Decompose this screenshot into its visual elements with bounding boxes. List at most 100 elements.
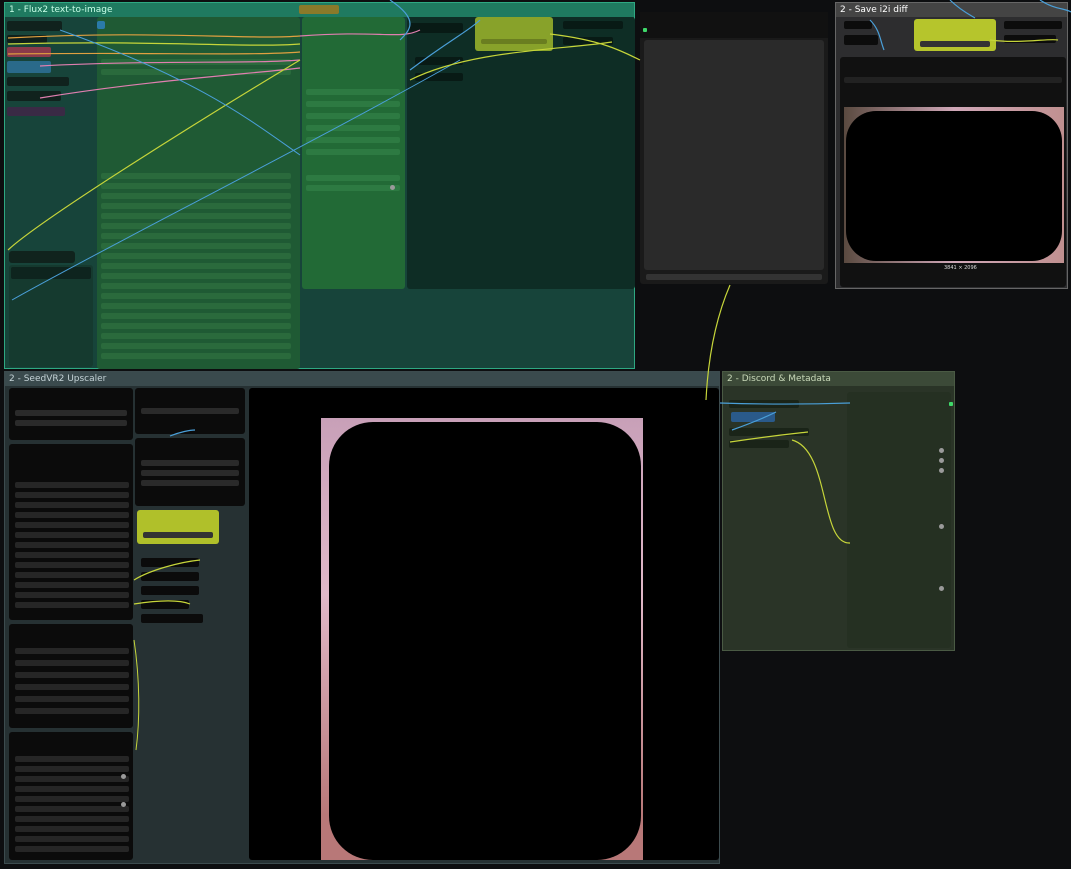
widget-row[interactable] xyxy=(15,572,129,578)
widget-field[interactable] xyxy=(729,428,809,436)
widget-row[interactable] xyxy=(15,776,129,782)
widget-row[interactable] xyxy=(15,582,129,588)
widget-row[interactable] xyxy=(15,562,129,568)
node-resize[interactable] xyxy=(135,438,245,506)
toggle-knob[interactable] xyxy=(390,185,395,190)
widget-row[interactable] xyxy=(101,203,291,209)
node-vae-settings[interactable] xyxy=(9,624,133,728)
widget-row[interactable] xyxy=(15,816,129,822)
widget-field[interactable] xyxy=(415,73,463,81)
widget-field[interactable] xyxy=(1004,21,1062,29)
node-dit-settings[interactable] xyxy=(9,732,133,860)
widget-row[interactable] xyxy=(15,786,129,792)
node-sampler[interactable] xyxy=(302,17,405,289)
widget-field[interactable] xyxy=(409,23,463,33)
group-save-i2i-diff[interactable]: 2 - Save i2i diff 3841 × 2096 xyxy=(835,2,1068,289)
widget-row[interactable] xyxy=(101,223,291,229)
widget-chip[interactable] xyxy=(299,5,339,14)
widget-field[interactable] xyxy=(141,614,203,623)
widget-row[interactable] xyxy=(101,333,291,339)
node-preview[interactable] xyxy=(407,17,635,289)
widget-row[interactable] xyxy=(101,213,291,219)
widget-row[interactable] xyxy=(141,460,239,466)
widget-row[interactable] xyxy=(15,684,129,690)
widget-row[interactable] xyxy=(15,708,129,714)
widget-field[interactable] xyxy=(141,572,199,581)
widget-field[interactable] xyxy=(141,558,199,567)
widget-row[interactable] xyxy=(141,470,239,476)
toggle-knob[interactable] xyxy=(939,448,944,453)
widget-row[interactable] xyxy=(15,660,129,666)
toggle-knob[interactable] xyxy=(939,586,944,591)
widget-field[interactable] xyxy=(7,77,69,86)
widget-row[interactable] xyxy=(306,149,400,155)
widget-row[interactable] xyxy=(15,796,129,802)
widget-row[interactable] xyxy=(15,522,129,528)
widget-row[interactable] xyxy=(101,293,291,299)
node-upscaler-settings[interactable] xyxy=(9,444,133,620)
widget-row[interactable] xyxy=(101,59,291,65)
widget-row[interactable] xyxy=(15,672,129,678)
group-title[interactable]: 2 - Discord & Metadata xyxy=(723,372,954,386)
widget-row[interactable] xyxy=(15,592,129,598)
group-seedvr2-upscaler[interactable]: 2 - SeedVR2 Upscaler xyxy=(4,371,720,864)
widget-row[interactable] xyxy=(101,303,291,309)
group-flux2-text-to-image[interactable]: 1 - Flux2 text-to-image xyxy=(4,2,635,369)
widget-field[interactable] xyxy=(844,21,872,29)
toggle-knob[interactable] xyxy=(121,774,126,779)
widget-row[interactable] xyxy=(101,313,291,319)
widget-row[interactable] xyxy=(141,480,239,486)
node-model-loader[interactable] xyxy=(9,388,133,440)
widget-row[interactable] xyxy=(101,183,291,189)
widget-row[interactable] xyxy=(15,756,129,762)
widget-row[interactable] xyxy=(15,410,127,416)
widget-row[interactable] xyxy=(101,233,291,239)
widget-row[interactable] xyxy=(101,323,291,329)
toggle-knob[interactable] xyxy=(121,802,126,807)
widget-row[interactable] xyxy=(306,137,400,143)
output-slot[interactable] xyxy=(643,28,647,32)
widget-field[interactable] xyxy=(844,77,1062,83)
widget-field[interactable] xyxy=(7,61,51,73)
widget-row[interactable] xyxy=(15,542,129,548)
widget-row[interactable] xyxy=(15,766,129,772)
node-prompt[interactable] xyxy=(97,17,300,369)
widget-row[interactable] xyxy=(15,806,129,812)
widget-row[interactable] xyxy=(306,113,400,119)
group-title[interactable]: 2 - Save i2i diff xyxy=(836,3,1067,17)
widget-row[interactable] xyxy=(15,696,129,702)
widget-row[interactable] xyxy=(15,602,129,608)
node-image-input[interactable] xyxy=(135,388,245,434)
widget-field[interactable] xyxy=(7,107,65,116)
widget-field[interactable] xyxy=(143,532,213,538)
toggle-knob[interactable] xyxy=(939,458,944,463)
widget-row[interactable] xyxy=(101,283,291,289)
widget-row[interactable] xyxy=(101,273,291,279)
toggle-knob[interactable] xyxy=(939,468,944,473)
widget-field[interactable] xyxy=(11,267,91,279)
widget-field[interactable] xyxy=(7,21,62,31)
widget-chip[interactable] xyxy=(97,21,105,29)
widget-field[interactable] xyxy=(844,35,878,45)
widget-row[interactable] xyxy=(306,175,400,181)
widget-row[interactable] xyxy=(306,101,400,107)
node-accent[interactable] xyxy=(914,19,996,51)
node-header[interactable] xyxy=(640,12,828,38)
widget-row[interactable] xyxy=(15,532,129,538)
widget-field[interactable] xyxy=(646,274,822,280)
widget-field[interactable] xyxy=(729,400,799,408)
widget-row[interactable] xyxy=(101,243,291,249)
widget-row[interactable] xyxy=(15,492,129,498)
widget-row[interactable] xyxy=(101,353,291,359)
widget-row[interactable] xyxy=(101,193,291,199)
widget-row[interactable] xyxy=(306,125,400,131)
widget-field[interactable] xyxy=(731,412,775,422)
node-image-viewer[interactable] xyxy=(640,12,828,284)
widget-row[interactable] xyxy=(15,552,129,558)
widget-field[interactable] xyxy=(415,57,463,65)
widget-row[interactable] xyxy=(15,420,127,426)
widget-field[interactable] xyxy=(7,35,47,43)
toggle-knob[interactable] xyxy=(939,524,944,529)
widget-field[interactable] xyxy=(481,39,547,44)
widget-row[interactable] xyxy=(141,408,239,414)
